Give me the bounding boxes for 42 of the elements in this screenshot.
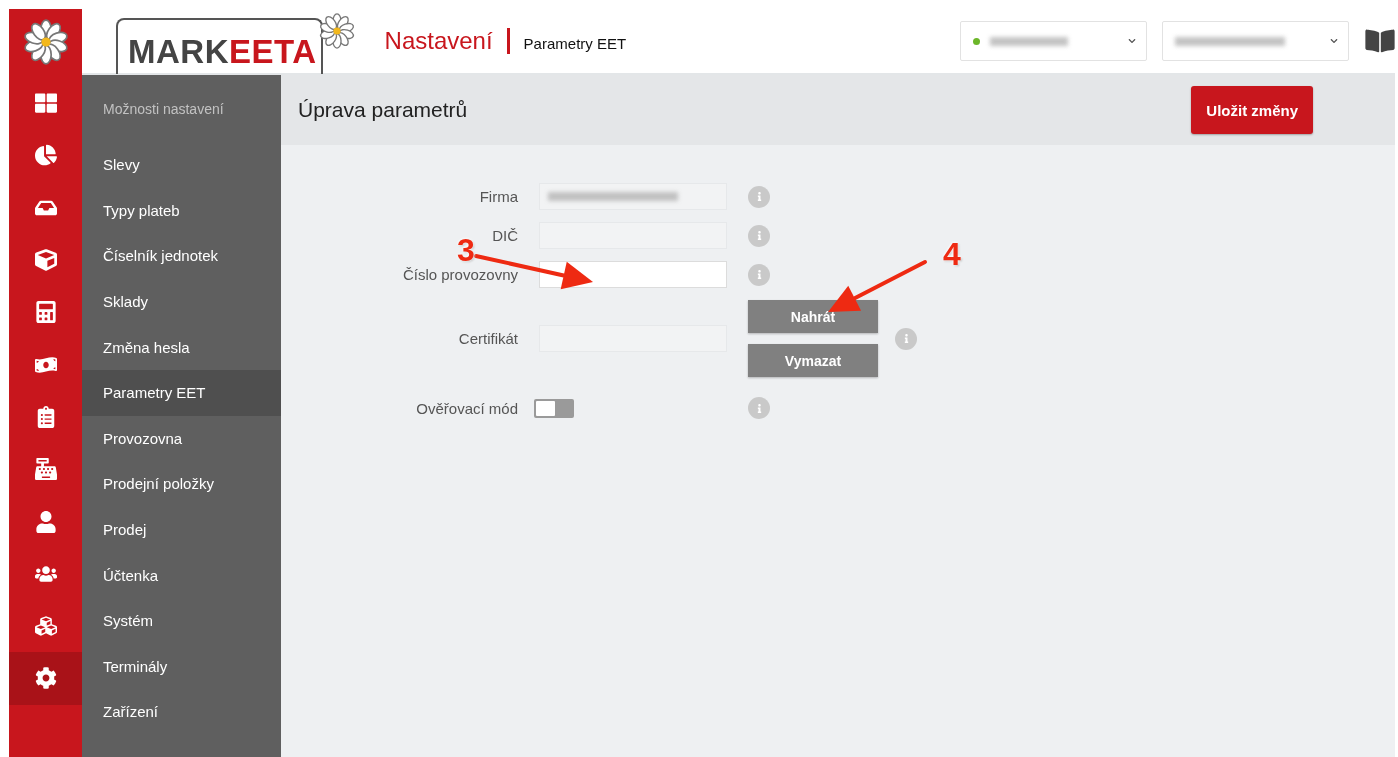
user-icon [34, 510, 57, 533]
sidebar-item[interactable]: Číselník jednotek [82, 233, 281, 279]
field-label: Firma [478, 188, 518, 205]
sidebar-item[interactable]: Slevy [82, 142, 281, 188]
sidebar-heading: Možnosti nastavení [102, 99, 225, 119]
book-icon[interactable] [1365, 28, 1395, 54]
chevron-down-icon [1330, 37, 1338, 45]
sidebar-item[interactable]: Změna hesla [82, 324, 281, 370]
rail-nav-item[interactable] [9, 652, 82, 705]
sidebar-item[interactable]: Terminály [82, 643, 281, 690]
sidebar-item[interactable]: Parametry EET [82, 369, 281, 416]
field-label: Číslo provozovny [401, 266, 518, 283]
field-label: DIČ [491, 227, 518, 244]
field-label: Certifikát [457, 330, 518, 347]
sidebar-item[interactable]: Prodej [82, 506, 281, 553]
save-button[interactable]: Uložit změny [1191, 86, 1313, 134]
daisy-icon [318, 13, 355, 49]
sidebar-item[interactable]: Systém [82, 597, 281, 644]
calculator-icon [34, 301, 57, 324]
dashboard-icon [34, 92, 57, 115]
cash-register-icon [34, 458, 57, 481]
annotation-number: 4 [943, 236, 961, 273]
toggle-switch[interactable] [534, 398, 574, 418]
sidebar-item[interactable]: Prodejní položky [82, 461, 281, 507]
chevron-down-icon [1128, 37, 1136, 45]
page-breadcrumb: Parametry EET [523, 34, 627, 52]
field-label: Ověřovací mód [415, 399, 518, 417]
annotation-number: 3 [457, 232, 475, 269]
section-title: Nastavení [384, 27, 493, 55]
settings-icon [34, 667, 57, 690]
sidebar-item[interactable]: Účtenka [82, 552, 281, 598]
sidebar-item[interactable]: Sklady [82, 278, 281, 325]
sidebar-item[interactable]: Provozovna [82, 415, 281, 462]
sidebar-item[interactable]: Zařízení [82, 689, 281, 735]
daisy-icon [22, 19, 69, 65]
app-logo-tile[interactable] [9, 9, 82, 75]
page-title: Úprava parametrů [298, 98, 469, 122]
input-field[interactable] [539, 261, 727, 288]
cubes-icon [34, 615, 57, 638]
cube-icon [34, 249, 57, 272]
pie-chart-icon [34, 144, 57, 167]
sidebar-item[interactable]: Typy plateb [82, 187, 281, 234]
